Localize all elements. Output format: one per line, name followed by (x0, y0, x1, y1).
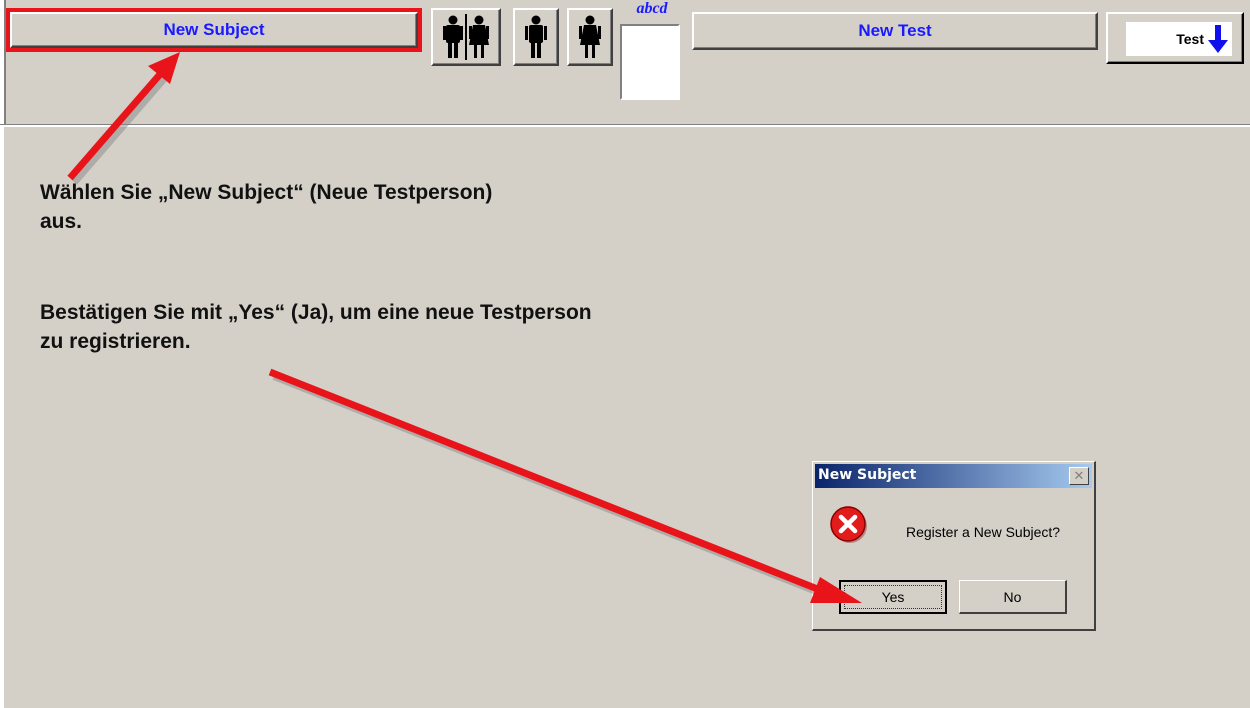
abcd-input[interactable] (620, 24, 680, 100)
dialog-title: New Subject (818, 467, 917, 483)
window-left-edge-shadow (4, 0, 6, 124)
toolbar-separator-highlight (0, 125, 1250, 127)
error-icon (830, 506, 867, 543)
female-icon (579, 15, 601, 58)
new-subject-dialog: New Subject ✕ Register a New Subject? Ye… (812, 461, 1096, 631)
couple-icon (443, 14, 489, 60)
yes-button[interactable]: Yes (839, 580, 947, 614)
female-button[interactable] (567, 8, 613, 66)
toolbar: New Subject abcd New Test Test (0, 0, 1250, 124)
male-button[interactable] (513, 8, 559, 66)
couple-button[interactable] (431, 8, 501, 66)
new-test-button[interactable]: New Test (692, 12, 1098, 50)
close-icon[interactable]: ✕ (1069, 467, 1089, 485)
no-button[interactable]: No (959, 580, 1067, 614)
dialog-title-bar[interactable]: New Subject ✕ (815, 464, 1092, 488)
abcd-label: abcd (636, 0, 668, 17)
male-icon (525, 15, 547, 58)
test-label: Test (1176, 31, 1204, 47)
instruction-select-new-subject: Wählen Sie „New Subject“ (Neue Testperso… (40, 181, 493, 233)
dialog-message: Register a New Subject? (906, 524, 1061, 540)
test-button-face: Test (1126, 22, 1232, 56)
arrow-down-icon (1208, 25, 1228, 53)
annotation-arrow-to-yes (268, 368, 862, 603)
test-button[interactable]: Test (1106, 12, 1244, 64)
instruction-confirm-yes: Bestätigen Sie mit „Yes“ (Ja), um eine n… (40, 301, 592, 353)
annotation-highlight-box (6, 8, 422, 52)
